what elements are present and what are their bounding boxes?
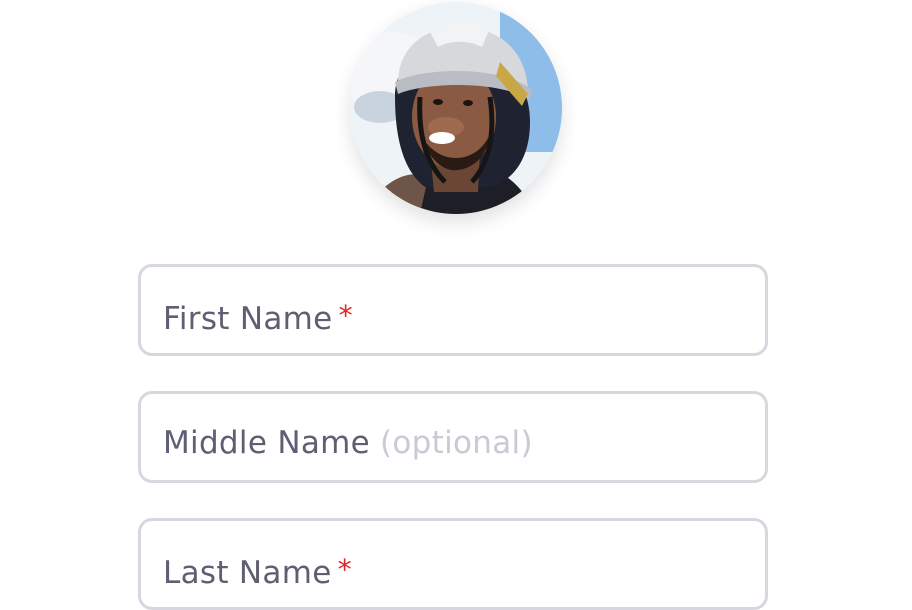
last-name-required-mark: *: [337, 553, 352, 586]
first-name-field[interactable]: First Name *: [138, 264, 768, 356]
last-name-label: Last Name *: [163, 551, 352, 592]
avatar-photo: [350, 2, 562, 214]
first-name-label: First Name *: [163, 297, 353, 338]
middle-name-label-text: Middle Name: [163, 425, 371, 461]
last-name-label-text: Last Name: [163, 555, 332, 591]
first-name-label-text: First Name: [163, 301, 333, 337]
profile-avatar[interactable]: [350, 2, 562, 214]
middle-name-label: Middle Name (optional): [163, 424, 533, 462]
first-name-required-mark: *: [338, 299, 353, 332]
last-name-field[interactable]: Last Name *: [138, 518, 768, 610]
middle-name-optional-hint: (optional): [380, 425, 533, 461]
middle-name-field[interactable]: Middle Name (optional): [138, 391, 768, 483]
